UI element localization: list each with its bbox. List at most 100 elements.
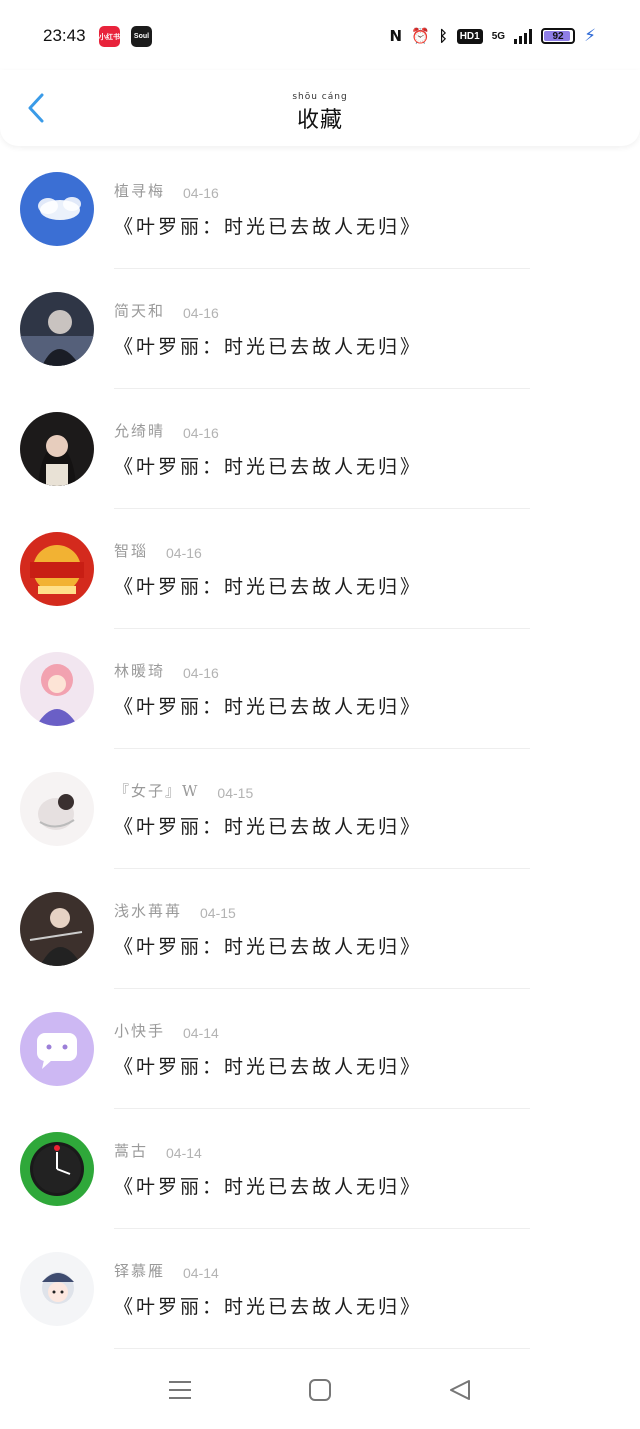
- book-title: 《叶罗丽：时光已去故人无归》: [114, 1296, 423, 1318]
- author-name: 铎慕雁: [114, 1262, 166, 1280]
- army-day-avatar-image: [20, 532, 94, 606]
- avatar[interactable]: [20, 292, 94, 366]
- book-title: 《叶罗丽：时光已去故人无归》: [114, 1056, 423, 1078]
- bluetooth-icon: ᛒ: [438, 27, 448, 45]
- swordsman-avatar-image: [20, 892, 94, 966]
- battery-icon: 92: [541, 28, 576, 44]
- author-name: 『女子』W: [114, 782, 200, 800]
- item-meta: 智瑙 04-16: [114, 540, 202, 561]
- avatar[interactable]: [20, 772, 94, 846]
- book-title: 《叶罗丽：时光已去故人无归》: [114, 816, 423, 838]
- item-date: 04-15: [217, 785, 254, 801]
- book-title: 《叶罗丽：时光已去故人无归》: [114, 696, 423, 718]
- hd-icon: HD1: [456, 28, 483, 44]
- item-date: 04-16: [183, 185, 219, 201]
- girl-photo-avatar-image: [20, 412, 94, 486]
- divider: [114, 628, 530, 629]
- battery-level: 92: [552, 30, 564, 42]
- item-date: 04-14: [166, 1145, 202, 1161]
- item-date: 04-16: [183, 425, 219, 441]
- item-date: 04-15: [200, 905, 236, 921]
- item-meta: 浅水苒苒 04-15: [114, 900, 236, 921]
- avatar[interactable]: [20, 532, 94, 606]
- list-item[interactable]: 简天和 04-16 《叶罗丽：时光已去故人无归》: [0, 270, 640, 390]
- book-title: 《叶罗丽：时光已去故人无归》: [114, 336, 423, 358]
- chat-bubble-avatar-image: [20, 1012, 94, 1086]
- divider: [114, 988, 530, 989]
- avatar[interactable]: [20, 172, 94, 246]
- divider: [114, 748, 530, 749]
- avatar[interactable]: [20, 1012, 94, 1086]
- item-date: 04-14: [183, 1265, 219, 1281]
- signal-icon: [514, 28, 533, 44]
- sky-clouds-avatar-image: [20, 172, 94, 246]
- favorites-list: 植寻梅 04-16 《叶罗丽：时光已去故人无归》 简天和 04-16 《叶罗丽：…: [0, 150, 640, 1350]
- divider: [114, 1228, 530, 1229]
- avatar[interactable]: [20, 1252, 94, 1326]
- xiaohongshu-icon: 小红书: [99, 26, 120, 47]
- list-item[interactable]: 浅水苒苒 04-15 《叶罗丽：时光已去故人无归》: [0, 870, 640, 990]
- home-square-icon: [309, 1378, 331, 1401]
- divider: [114, 508, 530, 509]
- list-item[interactable]: 允绮晴 04-16 《叶罗丽：时光已去故人无归》: [0, 390, 640, 510]
- list-item[interactable]: 小快手 04-14 《叶罗丽：时光已去故人无归》: [0, 990, 640, 1110]
- item-date: 04-14: [183, 1025, 219, 1041]
- author-name: 允绮晴: [114, 422, 166, 440]
- menu-button[interactable]: [160, 1370, 200, 1410]
- list-item[interactable]: 『女子』W 04-15 《叶罗丽：时光已去故人无归》: [0, 750, 640, 870]
- green-clock-avatar-image: [20, 1132, 94, 1206]
- item-date: 04-16: [183, 665, 219, 681]
- item-meta: 小快手 04-14: [114, 1020, 219, 1041]
- status-bar: 23:43 小红书 Soul N ⏰ ᛒ HD1 5G 92 ⚡: [0, 0, 640, 70]
- title-pinyin: shōu cáng: [292, 92, 348, 102]
- divider: [114, 868, 530, 869]
- list-item[interactable]: 铎慕雁 04-14 《叶罗丽：时光已去故人无归》: [0, 1230, 640, 1350]
- sketch-white-avatar-image: [20, 772, 94, 846]
- divider: [114, 388, 530, 389]
- avatar[interactable]: [20, 652, 94, 726]
- back-triangle-icon: [450, 1379, 470, 1400]
- book-title: 《叶罗丽：时光已去故人无归》: [114, 576, 423, 598]
- menu-icon: [169, 1380, 191, 1399]
- author-name: 植寻梅: [114, 182, 166, 200]
- system-nav-bar: [0, 1350, 640, 1429]
- item-meta: 林暖琦 04-16: [114, 660, 219, 681]
- author-name: 简天和: [114, 302, 166, 320]
- list-item[interactable]: 林暖琦 04-16 《叶罗丽：时光已去故人无归》: [0, 630, 640, 750]
- list-item[interactable]: 蒿古 04-14 《叶罗丽：时光已去故人无归》: [0, 1110, 640, 1230]
- charging-icon: ⚡: [584, 26, 596, 46]
- author-name: 智瑙: [114, 542, 149, 560]
- home-button[interactable]: [300, 1370, 340, 1410]
- item-meta: 允绮晴 04-16: [114, 420, 219, 441]
- page-title: shōu cáng 收藏: [0, 92, 640, 134]
- alarm-icon: ⏰: [411, 27, 430, 45]
- item-meta: 植寻梅 04-16: [114, 180, 219, 201]
- avatar[interactable]: [20, 412, 94, 486]
- item-meta: 『女子』W 04-15: [114, 780, 253, 801]
- item-meta: 铎慕雁 04-14: [114, 1260, 219, 1281]
- author-name: 浅水苒苒: [114, 902, 183, 920]
- divider: [114, 1348, 530, 1349]
- anime-dark-avatar-image: [20, 292, 94, 366]
- avatar[interactable]: [20, 892, 94, 966]
- chibi-avatar-image: [20, 1252, 94, 1326]
- book-title: 《叶罗丽：时光已去故人无归》: [114, 216, 423, 238]
- author-name: 蒿古: [114, 1142, 149, 1160]
- author-name: 林暖琦: [114, 662, 166, 680]
- header: shōu cáng 收藏: [0, 70, 640, 146]
- list-item[interactable]: 智瑙 04-16 《叶罗丽：时光已去故人无归》: [0, 510, 640, 630]
- anime-pink-avatar-image: [20, 652, 94, 726]
- item-date: 04-16: [166, 545, 202, 561]
- author-name: 小快手: [114, 1022, 166, 1040]
- status-icons: N ⏰ ᛒ HD1 5G 92 ⚡: [389, 22, 596, 50]
- back-nav-button[interactable]: [440, 1370, 480, 1410]
- nfc-icon: N: [389, 27, 402, 45]
- item-meta: 蒿古 04-14: [114, 1140, 202, 1161]
- book-title: 《叶罗丽：时光已去故人无归》: [114, 456, 423, 478]
- network-label: 5G: [491, 30, 506, 42]
- avatar[interactable]: [20, 1132, 94, 1206]
- status-time: 23:43: [43, 26, 86, 45]
- book-title: 《叶罗丽：时光已去故人无归》: [114, 1176, 423, 1198]
- divider: [114, 1108, 530, 1109]
- list-item[interactable]: 植寻梅 04-16 《叶罗丽：时光已去故人无归》: [0, 150, 640, 270]
